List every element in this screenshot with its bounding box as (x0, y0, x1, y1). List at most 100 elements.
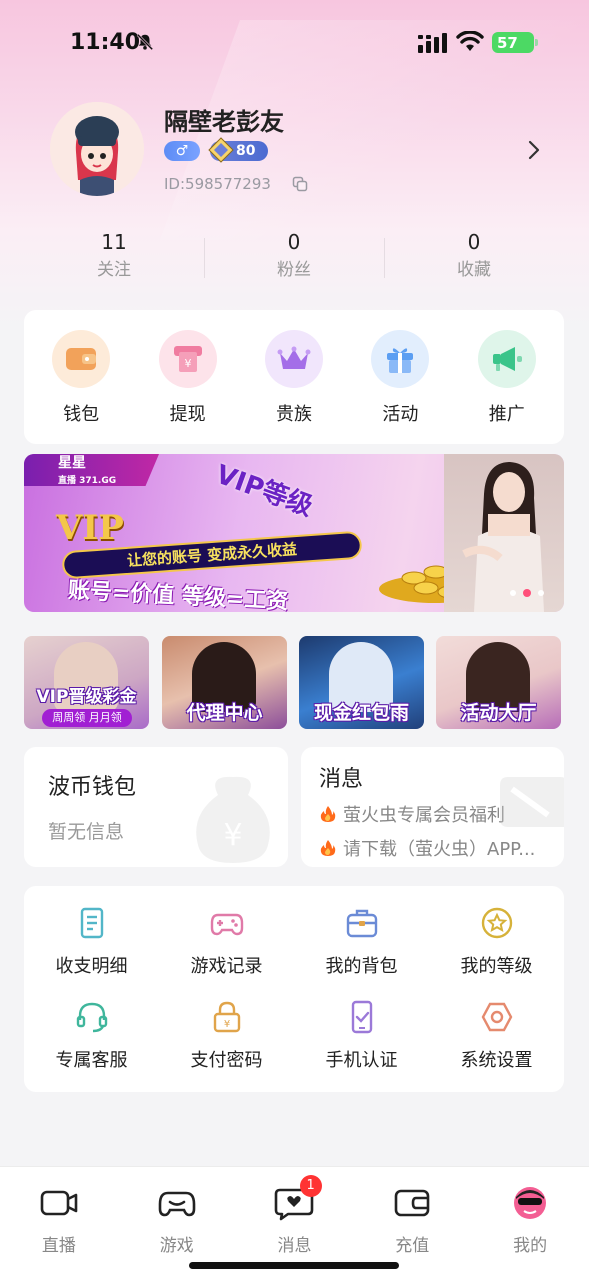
svg-text:¥: ¥ (223, 1019, 229, 1030)
avatar-image (50, 102, 144, 196)
grid-item-label: 手机认证 (325, 1050, 398, 1071)
backpack-icon (346, 909, 377, 938)
svg-text:¥: ¥ (223, 818, 242, 853)
wallet-icon (52, 330, 111, 388)
wallet-icon (394, 1189, 430, 1217)
tab-label: 消息 (277, 1236, 312, 1256)
money-bag-icon: ¥ (196, 776, 270, 863)
phone-check-icon (351, 1000, 372, 1034)
grid-item-label: 我的背包 (325, 956, 398, 977)
ledger-icon (80, 907, 103, 939)
stat-value: 11 (101, 230, 127, 254)
chevron-right-icon[interactable] (526, 140, 542, 160)
avatar[interactable] (50, 102, 144, 196)
stat-following[interactable]: 11 关注 (24, 228, 204, 288)
banner-vip-logo: VIP (56, 508, 124, 548)
fire-icon (320, 806, 336, 822)
message-preview-text: 请下载（萤火虫）APP... (343, 839, 536, 860)
grid-item-transactions[interactable]: 收支明细 (24, 902, 159, 996)
cellular-signal-icon (418, 33, 447, 53)
quick-menu: 钱包 ¥ 提现 贵族 活动 推广 (24, 310, 564, 444)
user-id: ID:598577293 (164, 175, 271, 193)
lock-icon: ¥ (213, 1001, 240, 1033)
quick-item-withdraw[interactable]: ¥ 提现 (143, 310, 233, 444)
promo-label: 现金红包雨 (313, 702, 409, 724)
quick-item-nobility[interactable]: 贵族 (249, 310, 339, 444)
grid-item-settings[interactable]: 系统设置 (429, 996, 564, 1090)
battery-level: 57 (497, 33, 518, 52)
quick-item-promote[interactable]: 推广 (462, 310, 552, 444)
promo-sub: 周周领 月月领 (42, 709, 132, 727)
message-card[interactable]: 消息 萤火虫专属会员福利 请下载（萤火虫）APP... (301, 747, 564, 867)
promo-cash-redpacket[interactable]: 现金红包雨 (299, 636, 424, 729)
grid-item-label: 专属客服 (55, 1050, 128, 1071)
quick-item-label: 推广 (488, 404, 525, 425)
grid-item-phone-verify[interactable]: 手机认证 (294, 996, 429, 1090)
grid-item-payment-password[interactable]: ¥ 支付密码 (159, 996, 294, 1090)
quick-item-label: 活动 (382, 404, 419, 425)
quick-item-label: 贵族 (275, 404, 312, 425)
stat-value: 0 (467, 230, 481, 254)
gamepad-icon (158, 1191, 195, 1217)
status-time: 11:40 (70, 30, 141, 55)
promo-activity-hall[interactable]: 活动大厅 (436, 636, 561, 729)
tab-mine[interactable]: 我的 (471, 1167, 589, 1280)
grid-item-backpack[interactable]: 我的背包 (294, 902, 429, 996)
stat-value: 0 (287, 230, 301, 254)
tab-live[interactable]: 直播 (0, 1167, 118, 1280)
headset-icon (76, 1002, 107, 1033)
stat-label: 关注 (97, 260, 131, 280)
grid-item-game-records[interactable]: 游戏记录 (159, 902, 294, 996)
level-star-icon (481, 907, 512, 939)
tab-label: 游戏 (159, 1236, 194, 1256)
message-preview-text: 萤火虫专属会员福利 (343, 805, 505, 826)
grid-item-my-level[interactable]: 我的等级 (429, 902, 564, 996)
promo-vip-bonus[interactable]: VIP晋级彩金 周周领 月月领 (24, 636, 149, 729)
profile-stats: 11 关注 0 粉丝 0 收藏 (24, 228, 564, 288)
banner-live-tag: 星星 直播 371.GG (24, 454, 159, 486)
promo-label: VIP晋级彩金 (36, 687, 137, 707)
diamond-icon (208, 137, 234, 163)
profile-avatar-icon (514, 1187, 547, 1219)
level-badge: 80 (208, 137, 268, 163)
quick-item-label: 钱包 (63, 404, 100, 425)
bell-muted-icon (136, 33, 154, 51)
quick-item-label: 提现 (169, 404, 206, 425)
promo-agent-center[interactable]: 代理中心 (162, 636, 287, 729)
banner-tag-title: 星星 (58, 455, 86, 471)
level-value: 80 (236, 143, 256, 159)
grid-item-customer-service[interactable]: 专属客服 (24, 996, 159, 1090)
grid-item-label: 收支明细 (55, 956, 128, 977)
banner-slogan: 账号=价值 等级=工资 (67, 578, 289, 612)
username: 隔壁老彭友 (164, 108, 284, 136)
fire-icon (320, 840, 336, 856)
crown-icon (264, 330, 323, 388)
carousel-dots (510, 589, 544, 597)
status-bar: 11:40 57 (0, 0, 589, 86)
banner-tag-sub: 直播 371.GG (58, 476, 117, 486)
wifi-icon (456, 31, 484, 51)
quick-item-wallet[interactable]: 钱包 (36, 310, 126, 444)
stat-fans[interactable]: 0 粉丝 (204, 228, 384, 288)
grid-item-label: 系统设置 (460, 1050, 533, 1071)
battery-indicator: 57 (492, 32, 538, 53)
promo-label: 活动大厅 (460, 702, 537, 724)
home-indicator (189, 1262, 399, 1269)
vip-banner[interactable]: 星星 直播 371.GG VIP等级 VIP 让您的账号 变成永久收益 账号=价… (24, 454, 564, 612)
banner-heading: VIP等级 (211, 459, 317, 523)
gift-icon (371, 330, 430, 388)
grid-item-label: 我的等级 (460, 956, 533, 977)
grid-item-label: 游戏记录 (190, 956, 263, 977)
grid-item-label: 支付密码 (190, 1050, 263, 1071)
quick-item-activity[interactable]: 活动 (355, 310, 445, 444)
withdraw-icon: ¥ (158, 330, 217, 388)
stat-favorites[interactable]: 0 收藏 (384, 228, 564, 288)
tab-label: 充值 (395, 1236, 430, 1256)
wallet-card[interactable]: 波币钱包 暂无信息 ¥ (24, 747, 288, 867)
unread-badge: 1 (299, 1175, 322, 1197)
copy-icon[interactable] (292, 176, 308, 192)
gender-badge: ♂ (164, 141, 200, 161)
megaphone-icon (477, 330, 536, 388)
stat-label: 收藏 (457, 260, 491, 280)
stat-label: 粉丝 (277, 260, 311, 280)
